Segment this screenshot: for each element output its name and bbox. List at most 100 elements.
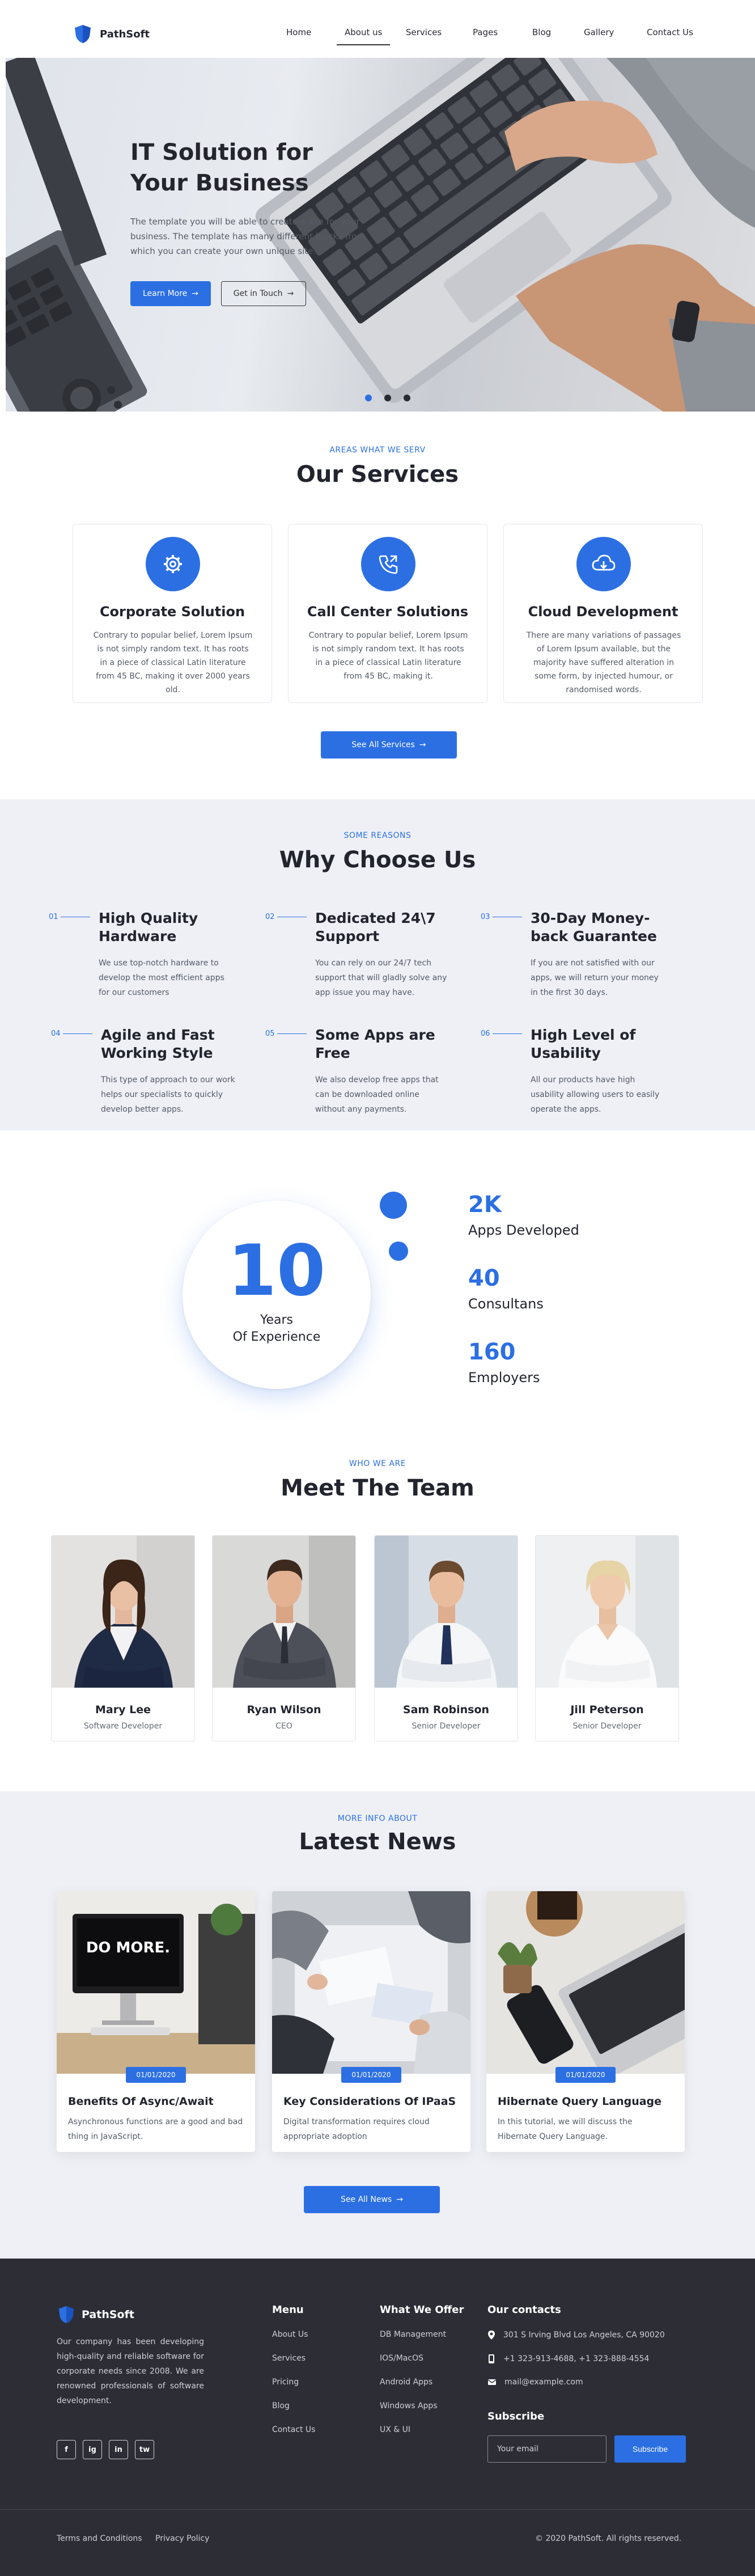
footer-link-windows-apps[interactable]: Windows Apps xyxy=(380,2401,438,2410)
footer-about-text: Our company has been developing high-qua… xyxy=(57,2337,204,2405)
learn-more-button[interactable]: Learn More → xyxy=(130,281,211,306)
copyright-text: © 2020 PathSoft. All rights reserved. xyxy=(535,2534,682,2543)
news-title-text[interactable]: Hibernate Query Language xyxy=(498,2095,679,2108)
reason-desc: All our products have high usability all… xyxy=(531,1075,660,1114)
cloud-download-icon xyxy=(576,537,631,591)
news-image: DO MORE. xyxy=(57,1891,255,2074)
news-desc: In this tutorial, we will discuss the Hi… xyxy=(498,2117,633,2141)
member-name: Jill Peterson xyxy=(570,1704,644,1716)
privacy-link[interactable]: Privacy Policy xyxy=(155,2534,209,2543)
reason-number: 05 xyxy=(265,1029,307,1038)
stats-section: 10 Years Of Experience 2K Apps Developed… xyxy=(0,1130,755,1422)
nav-gallery[interactable]: Gallery xyxy=(584,27,614,37)
reason-desc: You can rely on our 24/7 tech support th… xyxy=(315,959,447,997)
slider-dot-1[interactable] xyxy=(365,395,372,401)
subscribe-email-input[interactable] xyxy=(487,2435,606,2463)
footer-link-contact-us[interactable]: Contact Us xyxy=(272,2425,315,2434)
footer-phones: +1 323-913-4688, +1 323-888-4554 xyxy=(487,2354,649,2364)
mobile-phone-icon xyxy=(489,2354,494,2363)
social-links: f ig in tw xyxy=(57,2440,154,2459)
reason-title: High Quality Hardware xyxy=(99,910,198,944)
footer-link-db-management[interactable]: DB Management xyxy=(380,2330,446,2339)
news-title-text[interactable]: Key Considerations Of IPaaS xyxy=(283,2095,465,2108)
stat-label: Employers xyxy=(468,1370,540,1386)
footer-link-android-apps[interactable]: Android Apps xyxy=(380,2378,432,2387)
reason-number: 04 xyxy=(51,1029,92,1038)
reason-item: 05 Some Apps are Free We also develop fr… xyxy=(265,1026,447,1139)
news-image xyxy=(272,1891,470,2074)
footer-link-ios-macos[interactable]: IOS/MacOS xyxy=(380,2354,423,2363)
news-eyebrow: MORE INFO ABOUT xyxy=(337,1814,418,1823)
reason-title: 30-Day Money-back Guarantee xyxy=(531,910,657,944)
see-all-news-button[interactable]: See All News → xyxy=(304,2186,440,2213)
nav-home[interactable]: Home xyxy=(286,27,311,37)
news-desc: Asynchronous functions are a good and ba… xyxy=(68,2117,243,2141)
reason-number: 01 xyxy=(49,913,90,921)
nav-blog[interactable]: Blog xyxy=(532,27,551,37)
experience-label: Years Of Experience xyxy=(232,1313,321,1344)
team-member-card[interactable]: Mary Lee Software Developer xyxy=(51,1535,195,1742)
nav-pages[interactable]: Pages xyxy=(473,27,498,37)
footer-menu-title: Menu xyxy=(272,2304,304,2316)
linkedin-icon[interactable]: in xyxy=(109,2440,128,2459)
news-card[interactable]: 01/01/2020 Hibernate Query Language In t… xyxy=(486,1891,685,2152)
footer-link-about-us[interactable]: About Us xyxy=(272,2330,308,2339)
site-header: PathSoft Home About us Services Pages Bl… xyxy=(0,0,755,57)
news-date-badge: 01/01/2020 xyxy=(341,2067,401,2083)
service-card[interactable]: Call Center Solutions Contrary to popula… xyxy=(288,524,487,703)
slider-dot-2[interactable] xyxy=(384,395,391,401)
team-member-photo xyxy=(213,1536,355,1688)
footer-offer-title: What We Offer xyxy=(380,2304,464,2316)
footer-address: 301 S Irving Blvd Los Angeles, CA 90020 xyxy=(487,2330,665,2340)
reason-desc: We also develop free apps that can be do… xyxy=(315,1075,439,1114)
location-pin-icon xyxy=(488,2331,495,2340)
reason-item: 02 Dedicated 24\7 Support You can rely o… xyxy=(265,909,447,1023)
nav-services[interactable]: Services xyxy=(406,27,442,37)
member-name: Sam Robinson xyxy=(402,1704,490,1716)
member-role: Software Developer xyxy=(83,1722,163,1731)
team-member-card[interactable]: Sam Robinson Senior Developer xyxy=(374,1535,518,1742)
arrow-right-icon: → xyxy=(419,740,426,749)
nav-contact-us[interactable]: Contact Us xyxy=(647,27,693,37)
facebook-icon[interactable]: f xyxy=(57,2440,76,2459)
team-member-card[interactable]: Ryan Wilson CEO xyxy=(212,1535,356,1742)
hero-title: IT Solution for Your Business xyxy=(130,139,313,196)
reason-number: 02 xyxy=(265,913,307,921)
services-section: AREAS WHAT WE SERV Our Services Corporat… xyxy=(0,412,755,799)
news-desc: Digital transformation requires cloud ap… xyxy=(283,2117,430,2141)
hero-slider: IT Solution for Your Business The templa… xyxy=(6,58,755,412)
footer-link-blog[interactable]: Blog xyxy=(272,2401,290,2410)
instagram-icon[interactable]: ig xyxy=(83,2440,102,2459)
team-member-card[interactable]: Jill Peterson Senior Developer xyxy=(535,1535,679,1742)
member-role: CEO xyxy=(275,1722,292,1731)
stat-value: 40 xyxy=(468,1265,500,1291)
news-title-text[interactable]: Benefits Of Async/Await xyxy=(68,2095,249,2108)
news-card[interactable]: 01/01/2020 Key Considerations Of IPaaS D… xyxy=(272,1891,470,2152)
news-date-badge: 01/01/2020 xyxy=(126,2067,186,2083)
twitter-icon[interactable]: tw xyxy=(135,2440,154,2459)
news-card[interactable]: DO MORE. 01/01/2020 Benefits Of Async/Aw… xyxy=(57,1891,255,2152)
service-card[interactable]: Cloud Development There are many variati… xyxy=(503,524,703,703)
services-title: Our Services xyxy=(296,461,459,488)
footer-link-services[interactable]: Services xyxy=(272,2354,306,2363)
footer-link-pricing[interactable]: Pricing xyxy=(272,2378,299,2387)
team-title: Meet The Team xyxy=(281,1475,474,1501)
footer-link-ux-ui[interactable]: UX & UI xyxy=(380,2425,410,2434)
subscribe-button[interactable]: Subscribe xyxy=(614,2435,686,2463)
get-in-touch-button[interactable]: Get in Touch → xyxy=(221,281,306,306)
footer-brand-logo[interactable]: PathSoft xyxy=(57,2305,134,2324)
slider-dot-3[interactable] xyxy=(404,395,410,401)
nav-about-us[interactable]: About us xyxy=(336,27,391,45)
service-card[interactable]: Corporate Solution Contrary to popular b… xyxy=(73,524,272,703)
news-image xyxy=(486,1891,685,2074)
see-all-services-button[interactable]: See All Services → xyxy=(321,731,457,759)
service-desc: There are many variations of passages of… xyxy=(526,631,681,694)
reason-title: Some Apps are Free xyxy=(315,1027,435,1061)
footer-email[interactable]: mail@example.com xyxy=(487,2378,583,2387)
member-name: Mary Lee xyxy=(95,1704,151,1716)
do-more-text: DO MORE. xyxy=(86,1939,170,1956)
reason-item: 04 Agile and Fast Working Style This typ… xyxy=(51,1026,235,1139)
terms-link[interactable]: Terms and Conditions xyxy=(57,2534,142,2543)
mail-icon xyxy=(487,2379,497,2385)
team-member-photo xyxy=(375,1536,518,1688)
